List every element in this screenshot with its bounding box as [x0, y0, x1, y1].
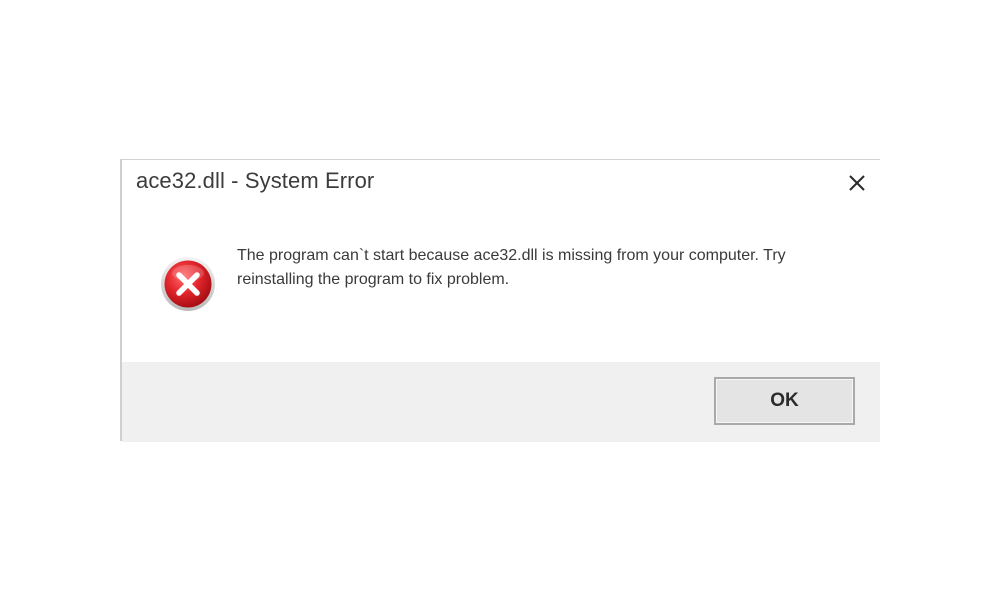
error-icon — [160, 256, 216, 312]
dialog-title: ace32.dll - System Error — [136, 168, 375, 193]
close-icon — [849, 175, 865, 191]
ok-button[interactable]: OK — [714, 377, 855, 425]
dialog-titlebar[interactable]: ace32.dll - System Error — [122, 160, 880, 206]
dialog-content: The program can`t start because ace32.dl… — [122, 206, 880, 362]
dialog-footer: OK — [122, 362, 880, 442]
system-error-dialog: ace32.dll - System Error The program can… — [120, 159, 880, 442]
error-message: The program can`t start because ace32.dl… — [237, 247, 786, 288]
close-button[interactable] — [840, 166, 874, 200]
